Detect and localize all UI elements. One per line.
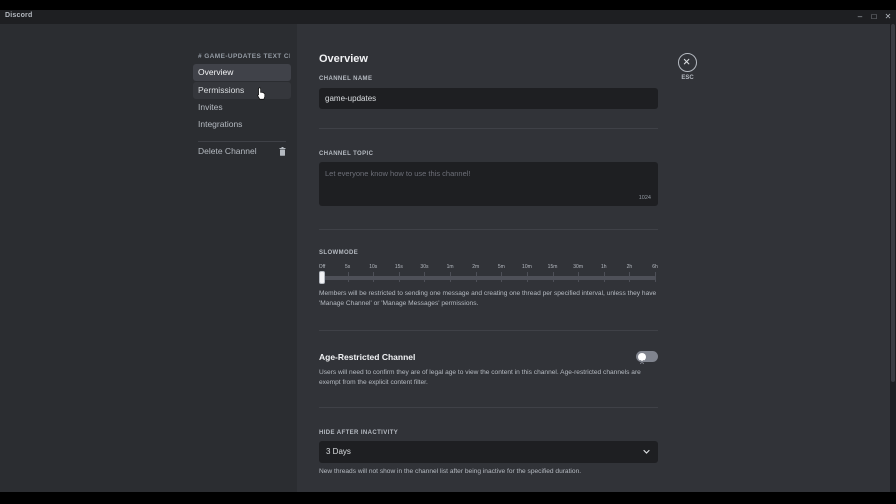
slowmode-tick <box>655 272 656 282</box>
sidebar-item-permissions[interactable]: Permissions <box>193 82 291 99</box>
sidebar-item-label: Permissions <box>198 85 245 95</box>
slowmode-mark-label[interactable]: 10s <box>369 264 377 270</box>
minimize-button[interactable]: – <box>854 11 866 23</box>
sidebar-channel-header: # GAME-UPDATES TEXT CH... <box>198 53 290 60</box>
channel-name-value: game-updates <box>325 94 377 103</box>
slowmode-tick <box>603 272 605 282</box>
hide-after-inactivity-select[interactable]: 3 Days <box>319 441 658 463</box>
age-restricted-description: Users will need to confirm they are of l… <box>319 369 641 386</box>
slowmode-mark-label[interactable]: 30s <box>420 264 428 270</box>
slowmode-slider-track[interactable] <box>321 276 656 280</box>
bottom-edge <box>0 492 896 504</box>
section-divider <box>319 407 658 408</box>
slowmode-tick <box>398 272 400 282</box>
delete-channel-label: Delete Channel <box>198 146 257 156</box>
slowmode-mark-label[interactable]: 6h <box>652 264 658 270</box>
slowmode-mark-label[interactable]: 1h <box>601 264 607 270</box>
sidebar-item-label: Overview <box>198 67 234 77</box>
slowmode-tick <box>450 272 452 282</box>
slowmode-tick <box>526 272 528 282</box>
age-restricted-title: Age-Restricted Channel <box>319 352 416 362</box>
select-value: 3 Days <box>326 447 351 456</box>
section-divider <box>319 229 658 230</box>
slowmode-tick <box>373 272 375 282</box>
slowmode-tick <box>629 272 631 282</box>
hide-after-inactivity-label: HIDE AFTER INACTIVITY <box>319 430 399 436</box>
slowmode-description: Members will be restricted to sending on… <box>319 290 657 307</box>
slowmode-mark-label[interactable]: 30m <box>573 264 583 270</box>
slowmode-mark-label[interactable]: 2m <box>472 264 479 270</box>
hide-after-inactivity-description: New threads will not show in the channel… <box>319 468 582 475</box>
slowmode-mark-label[interactable]: 15s <box>395 264 403 270</box>
slowmode-mark-label[interactable]: 15m <box>548 264 558 270</box>
channel-name-input[interactable]: game-updates <box>319 88 658 109</box>
slowmode-tick <box>424 272 426 282</box>
age-restricted-toggle[interactable] <box>636 351 658 364</box>
channel-topic-label: CHANNEL TOPIC <box>319 151 374 157</box>
sidebar-item-label: Integrations <box>198 119 243 129</box>
chevron-down-icon <box>643 449 650 454</box>
channel-topic-input[interactable]: Let everyone know how to use this channe… <box>319 162 658 206</box>
channel-topic-placeholder: Let everyone know how to use this channe… <box>325 169 471 178</box>
esc-label: ESC <box>681 75 694 81</box>
trash-icon <box>279 147 286 156</box>
section-divider <box>319 330 658 331</box>
window-titlebar: Discord – □ ✕ <box>0 10 896 24</box>
slowmode-tick <box>475 272 477 282</box>
sidebar-item-invites[interactable]: Invites <box>193 99 291 116</box>
slowmode-mark-label[interactable]: 2h <box>627 264 633 270</box>
close-settings-button[interactable] <box>678 53 697 72</box>
toggle-knob <box>638 352 646 364</box>
slowmode-tick <box>552 272 554 282</box>
scrollbar-thumb[interactable] <box>891 24 895 382</box>
section-divider <box>319 128 658 129</box>
slowmode-mark-label[interactable]: 5s <box>345 264 350 270</box>
slowmode-mark-label[interactable]: 5m <box>498 264 505 270</box>
page-title: Overview <box>319 53 368 65</box>
slowmode-mark-label[interactable]: 1m <box>447 264 454 270</box>
slowmode-tick <box>501 272 503 282</box>
close-icon <box>640 359 644 364</box>
delete-channel-button[interactable]: Delete Channel <box>193 143 291 160</box>
channel-name-label: CHANNEL NAME <box>319 76 373 82</box>
sidebar-divider <box>198 141 286 142</box>
hand-cursor-icon <box>257 87 266 100</box>
close-window-button[interactable]: ✕ <box>882 11 894 23</box>
sidebar-item-integrations[interactable]: Integrations <box>193 116 291 133</box>
slowmode-slider-handle[interactable] <box>319 271 325 284</box>
slowmode-mark-label[interactable]: Off <box>319 264 326 270</box>
app-title: Discord <box>5 12 33 19</box>
slowmode-tick <box>578 272 580 282</box>
maximize-button[interactable]: □ <box>868 11 880 23</box>
slowmode-label: SLOWMODE <box>319 250 359 256</box>
slowmode-tick <box>347 272 349 282</box>
character-counter: 1024 <box>638 195 651 201</box>
slowmode-mark-label[interactable]: 10m <box>522 264 532 270</box>
sidebar-item-overview[interactable]: Overview <box>193 64 291 81</box>
close-icon <box>683 58 690 65</box>
sidebar-item-label: Invites <box>198 102 223 112</box>
